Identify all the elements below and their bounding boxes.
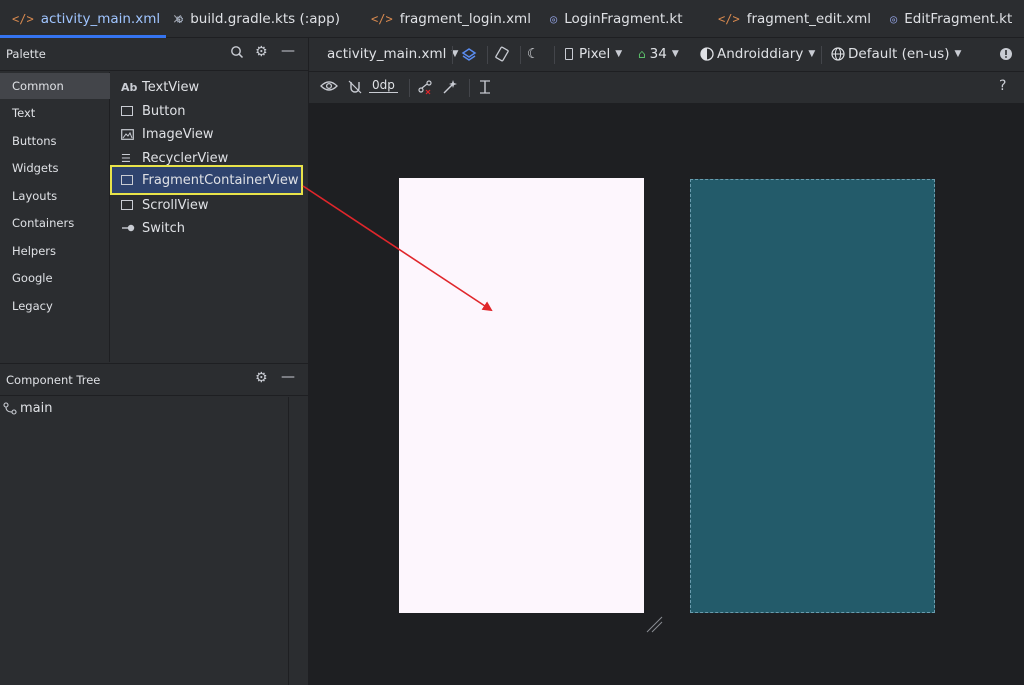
annotation-arrow-overlay xyxy=(302,185,493,312)
annotation-arrow xyxy=(302,185,493,312)
